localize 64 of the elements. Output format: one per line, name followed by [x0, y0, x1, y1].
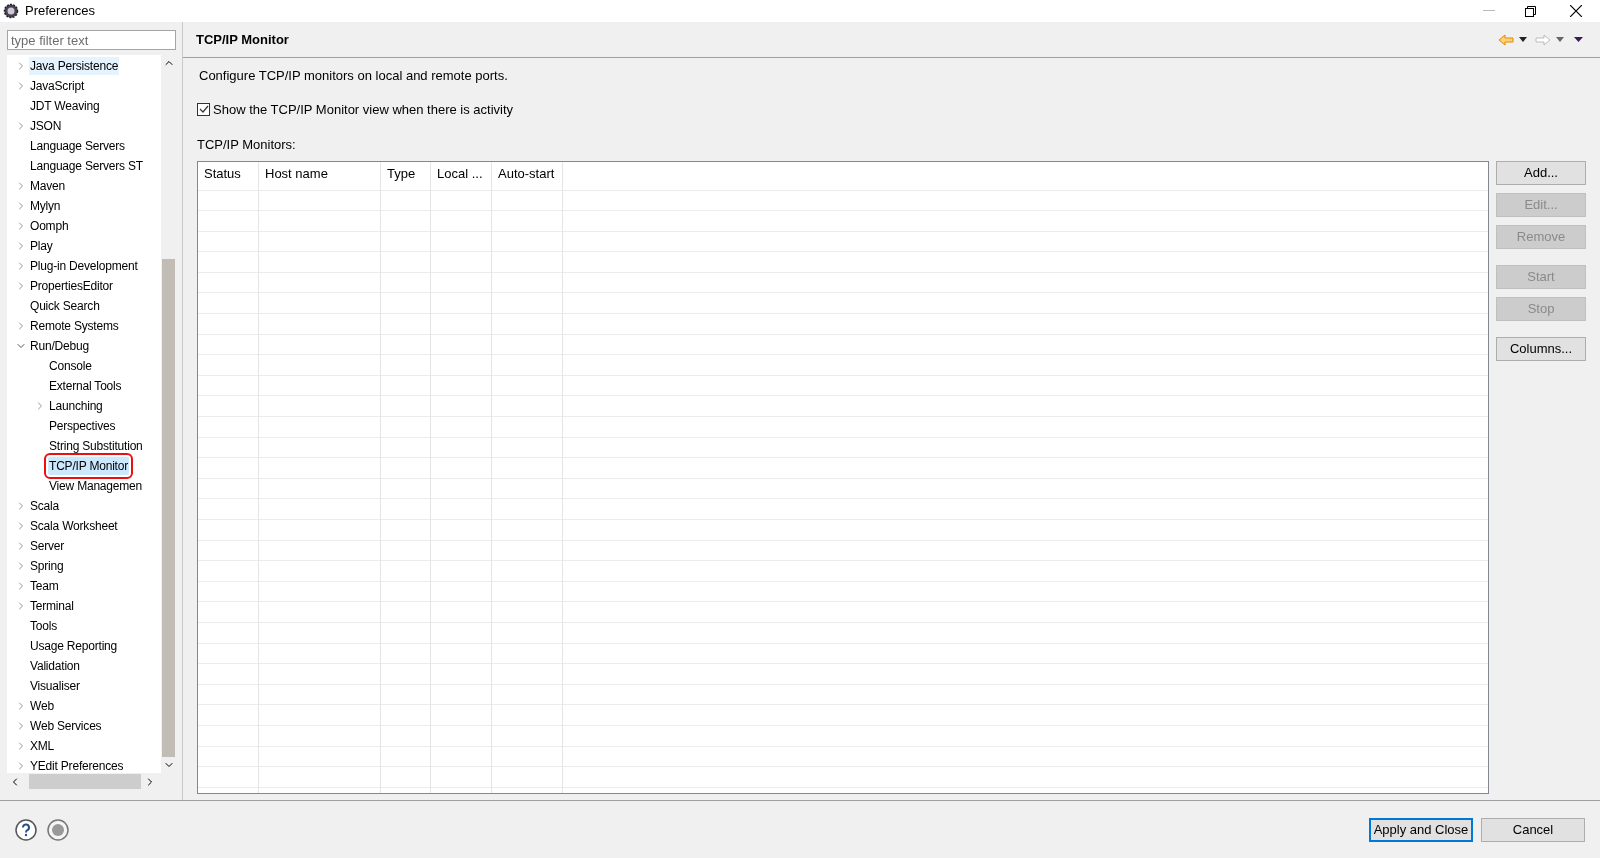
filter-field[interactable]: type filter text	[7, 30, 176, 50]
monitors-table[interactable]: Status Host name Type Local ... Auto-start	[197, 160, 1489, 794]
help-icon[interactable]	[15, 818, 37, 841]
tree-item[interactable]: Console	[48, 357, 93, 375]
tree-item[interactable]: Launching	[48, 397, 104, 415]
tree-item[interactable]: Language Servers ST	[29, 157, 144, 175]
tree-item[interactable]: Run/Debug	[29, 337, 90, 355]
tree-item[interactable]: Web Services	[29, 717, 103, 735]
page-title: TCP/IP Monitor	[196, 30, 289, 49]
record-icon[interactable]	[47, 818, 69, 841]
tree-item[interactable]: Scala	[29, 497, 61, 515]
minimize-icon[interactable]	[1483, 10, 1495, 12]
side-button[interactable]: Columns...	[1496, 336, 1586, 361]
description-text: Configure TCP/IP monitors on local and remote ports.	[199, 67, 509, 85]
footer-button[interactable]: Cancel	[1481, 817, 1585, 842]
tree-item[interactable]: JSON	[29, 117, 63, 135]
tree-item[interactable]: JDT Weaving	[29, 97, 101, 115]
side-button[interactable]: Add...	[1496, 160, 1586, 185]
tree-item[interactable]: Maven	[29, 177, 67, 195]
tree-item[interactable]: Play	[29, 237, 54, 255]
tree-item[interactable]: Visualiser	[29, 677, 81, 695]
table-label: TCP/IP Monitors:	[197, 136, 297, 154]
tree-item[interactable]: Validation	[29, 657, 81, 675]
tree-item[interactable]: Oomph	[29, 217, 70, 235]
column-header[interactable]: Type	[381, 161, 430, 190]
tree-item[interactable]: XML	[29, 737, 56, 755]
back-arrow-icon[interactable]	[1498, 33, 1514, 46]
column-header[interactable]: Host name	[259, 161, 380, 190]
tree-item[interactable]: View Managemen	[48, 477, 144, 495]
column-header[interactable]: Auto-start	[492, 161, 562, 190]
restore-icon[interactable]	[1525, 5, 1536, 17]
menu-icon[interactable]	[1574, 37, 1583, 42]
tree-item[interactable]: Team	[29, 577, 60, 595]
checkbox-label[interactable]: Show the TCP/IP Monitor view when there is activity	[213, 99, 514, 119]
tree-item[interactable]: Spring	[29, 557, 65, 575]
dropdown-icon[interactable]	[1519, 37, 1527, 42]
scrollbar-thumb[interactable]	[162, 259, 175, 757]
tree-item[interactable]: Mylyn	[29, 197, 62, 215]
forward-arrow-icon[interactable]	[1535, 33, 1551, 46]
gear-icon	[3, 3, 19, 19]
tree-item[interactable]: Tools	[29, 617, 58, 635]
tree-item[interactable]: YEdit Preferences	[29, 757, 125, 773]
tree-item[interactable]: Plug-in Development	[29, 257, 139, 275]
tree-item[interactable]: Java Persistence	[29, 57, 120, 75]
tree-item[interactable]: Usage Reporting	[29, 637, 119, 655]
tree-item[interactable]: Quick Search	[29, 297, 101, 315]
column-header[interactable]: Status	[198, 161, 258, 190]
tree-item[interactable]: Terminal	[29, 597, 75, 615]
tree-item[interactable]: PropertiesEditor	[29, 277, 114, 295]
window-title: Preferences	[25, 2, 96, 21]
checkbox[interactable]	[197, 102, 210, 116]
tree-item[interactable]: Web	[29, 697, 55, 715]
column-header[interactable]: Local ...	[431, 161, 491, 190]
tree-item[interactable]: Perspectives	[48, 417, 117, 435]
tree-item[interactable]: JavaScript	[29, 77, 86, 95]
tree-item[interactable]: Scala Worksheet	[29, 517, 119, 535]
scrollbar-thumb[interactable]	[29, 774, 141, 789]
tree-item[interactable]: Language Servers	[29, 137, 126, 155]
footer-button[interactable]: Apply and Close	[1369, 817, 1473, 842]
tree-item[interactable]: Server	[29, 537, 66, 555]
tree-item[interactable]: String Substitution	[48, 437, 144, 455]
tree-item[interactable]: Remote Systems	[29, 317, 120, 335]
tree-item[interactable]: External Tools	[48, 377, 123, 395]
close-icon[interactable]	[1570, 5, 1582, 17]
